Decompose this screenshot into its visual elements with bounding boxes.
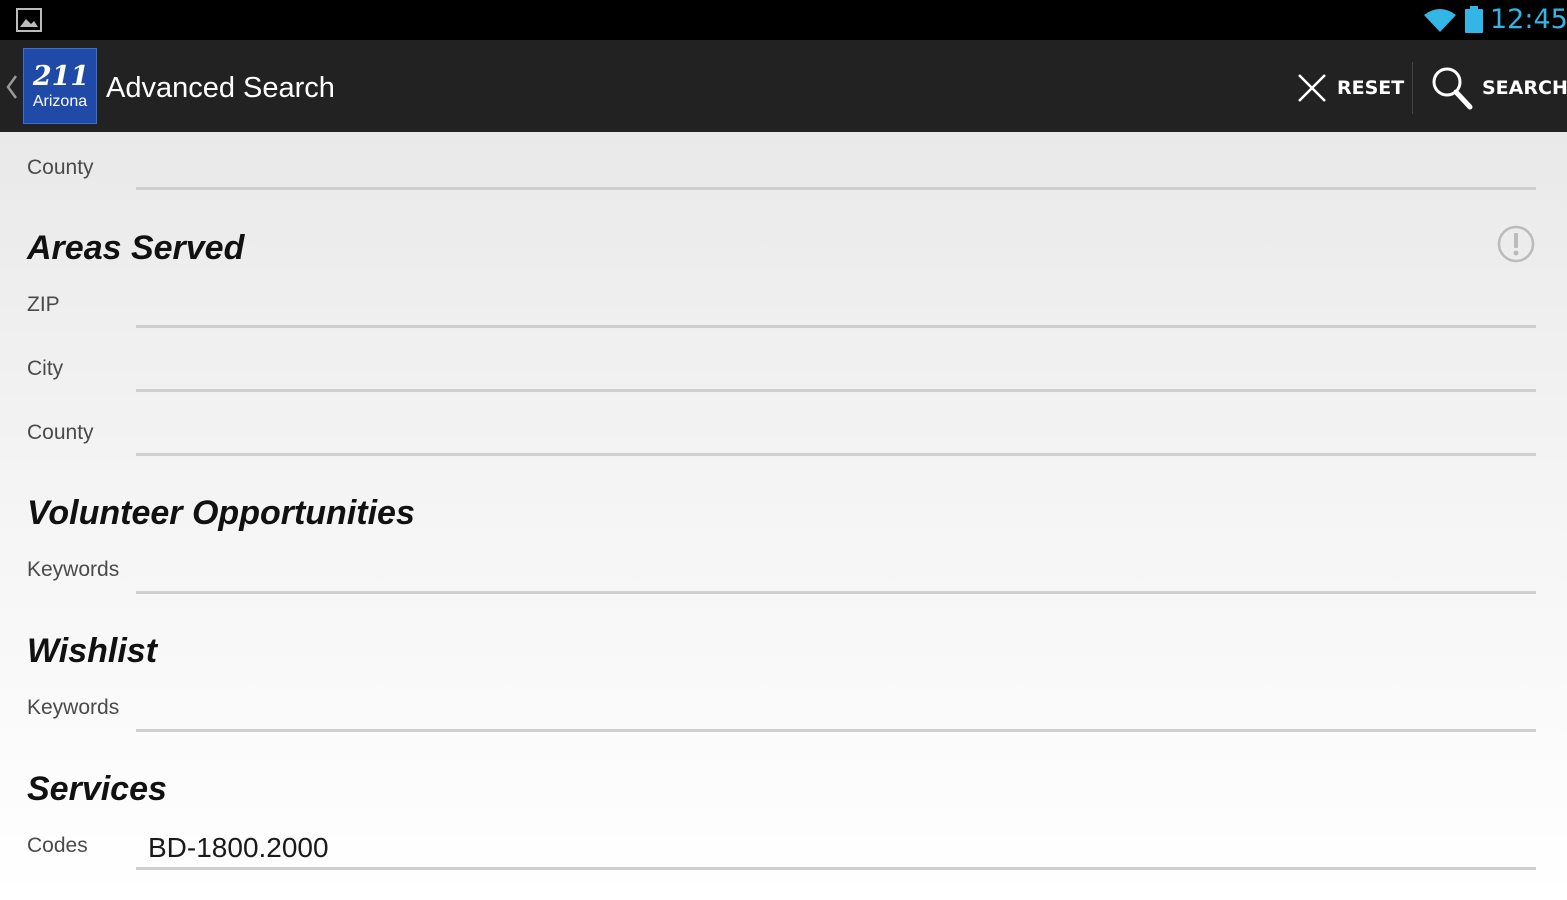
city-field[interactable]	[136, 348, 1536, 392]
image-notification-icon	[15, 7, 43, 38]
services-codes-label: Codes	[27, 834, 88, 857]
wishlist-heading: Wishlist	[27, 632, 158, 670]
zip-field[interactable]	[136, 284, 1536, 328]
services-codes-field[interactable]: BD-1800.2000	[136, 826, 1536, 870]
volunteer-opportunities-heading: Volunteer Opportunities	[27, 494, 415, 532]
areas-county-label: County	[27, 421, 94, 444]
action-divider	[1412, 62, 1413, 114]
search-icon	[1432, 67, 1473, 110]
info-icon[interactable]	[1496, 224, 1536, 269]
close-icon	[1298, 74, 1326, 102]
city-label: City	[27, 357, 64, 380]
logo-text: Arizona	[32, 93, 88, 110]
county-label: County	[27, 156, 94, 179]
reset-label: RESET	[1337, 77, 1405, 99]
battery-icon	[1464, 6, 1484, 39]
back-chevron-icon[interactable]	[5, 72, 19, 102]
wishlist-keywords-label: Keywords	[27, 696, 120, 719]
app-logo[interactable]: 211 Arizona	[23, 48, 97, 124]
volunteer-keywords-field[interactable]	[136, 550, 1536, 594]
volunteer-keywords-label: Keywords	[27, 558, 120, 581]
reset-button[interactable]: RESET	[1295, 62, 1404, 114]
areas-served-heading: Areas Served	[27, 229, 245, 267]
status-clock: 12:45	[1490, 4, 1567, 35]
search-button[interactable]: SEARCH	[1430, 62, 1567, 114]
areas-county-field[interactable]	[136, 412, 1536, 456]
status-bar: 12:45	[0, 0, 1567, 40]
search-label: SEARCH	[1482, 77, 1567, 99]
services-heading: Services	[27, 770, 167, 808]
county-field[interactable]	[136, 146, 1536, 190]
zip-label: ZIP	[27, 293, 60, 316]
wishlist-keywords-field[interactable]	[136, 688, 1536, 732]
wifi-icon	[1423, 7, 1457, 38]
page-title: Advanced Search	[106, 72, 335, 104]
logo-number: 211	[32, 61, 90, 92]
